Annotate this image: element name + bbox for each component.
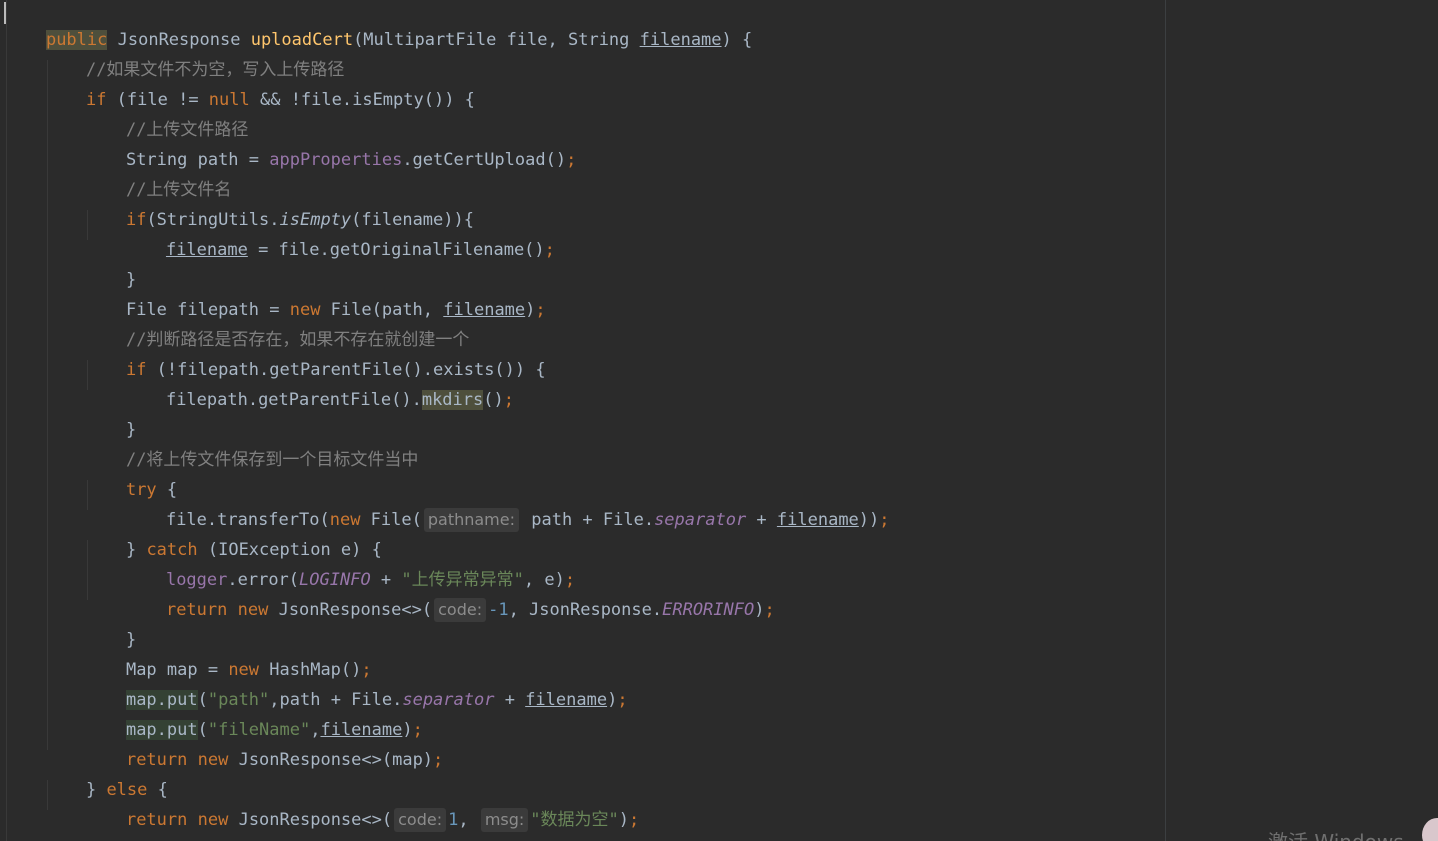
code-line[interactable]: File filepath = new File(path, filename)… bbox=[85, 270, 546, 320]
number-literal: 1 bbox=[448, 810, 459, 830]
code-line[interactable]: return new JsonResponse<>(code: 1, msg: "数… bbox=[85, 780, 639, 832]
highlighted-method: mkdirs bbox=[421, 390, 484, 410]
code-token: filepath.getParentFile(). bbox=[165, 390, 422, 410]
right-margin-guide bbox=[1165, 0, 1166, 841]
code-line[interactable]: if (!filepath.getParentFile().exists()) … bbox=[85, 330, 546, 380]
text-caret bbox=[4, 2, 6, 24]
code-line[interactable]: if (file != null && !file.isEmpty()) { bbox=[45, 60, 475, 110]
activation-watermark: 激活 Windows bbox=[1268, 826, 1404, 841]
code-line[interactable]: //上传文件路径 bbox=[85, 90, 248, 140]
parameter-hint: code: bbox=[394, 808, 447, 832]
code-line[interactable]: logger.error(LOGINFO + "上传异常异常", e); bbox=[125, 540, 575, 590]
code-token: .getCertUpload() bbox=[402, 150, 567, 170]
string-literal: "数据为空" bbox=[530, 810, 619, 830]
semicolon: ; bbox=[764, 600, 775, 620]
code-line[interactable]: //判断路径是否存在，如果不存在就创建一个 bbox=[85, 300, 469, 350]
number-literal: -1 bbox=[488, 600, 509, 620]
field: appProperties bbox=[269, 150, 403, 170]
code-line[interactable]: public JsonResponse uploadCert(Multipart… bbox=[5, 0, 752, 50]
variable: filename bbox=[165, 240, 248, 260]
static-field: separator bbox=[654, 510, 747, 530]
code-line[interactable]: } bbox=[45, 810, 96, 841]
semicolon: ; bbox=[503, 390, 514, 410]
semicolon: ; bbox=[879, 510, 890, 530]
code-line[interactable]: return new JsonResponse<>(code: -1, JsonR… bbox=[125, 570, 775, 622]
code-token: , JsonResponse. bbox=[508, 600, 663, 620]
code-token: ) bbox=[754, 600, 765, 620]
semicolon: ; bbox=[566, 150, 577, 170]
code-line[interactable]: file.transferTo(new File(pathname: path … bbox=[125, 480, 890, 532]
code-token: ) bbox=[607, 690, 618, 710]
code-token: JsonResponse<>( bbox=[268, 600, 433, 620]
code-token: () bbox=[483, 390, 504, 410]
code-line[interactable]: Map map = new HashMap(); bbox=[85, 630, 372, 680]
code-line[interactable]: return new JsonResponse<>(map); bbox=[85, 720, 443, 770]
keyword: return bbox=[125, 810, 188, 830]
code-line[interactable]: //如果文件不为空，写入上传路径 bbox=[45, 30, 344, 80]
code-token: ) bbox=[525, 300, 536, 320]
parameter-hint: code: bbox=[434, 598, 487, 622]
variable: filename bbox=[639, 30, 722, 50]
code-line[interactable]: } else { bbox=[45, 750, 168, 800]
code-line[interactable]: } bbox=[85, 390, 136, 440]
code-token: JsonResponse<>(map) bbox=[228, 750, 434, 770]
semicolon: ; bbox=[629, 810, 640, 830]
keyword: new bbox=[197, 750, 229, 770]
code-line[interactable]: } bbox=[85, 600, 136, 650]
code-token: + bbox=[494, 690, 526, 710]
code-token: ) bbox=[618, 810, 630, 830]
parameter-hint: msg: bbox=[480, 808, 529, 832]
semicolon: ; bbox=[617, 690, 628, 710]
code-token: = file.getOriginalFilename() bbox=[247, 240, 545, 260]
code-token: path + File. bbox=[521, 510, 655, 530]
semicolon: ; bbox=[544, 240, 555, 260]
static-field: ERRORINFO bbox=[662, 600, 755, 620]
code-token: , bbox=[458, 810, 479, 830]
floating-widget-icon[interactable] bbox=[1422, 818, 1438, 841]
variable: filename bbox=[776, 510, 859, 530]
keyword: return bbox=[165, 600, 228, 620]
keyword: new bbox=[197, 810, 229, 830]
semicolon: ; bbox=[433, 750, 444, 770]
code-token: JsonResponse<>( bbox=[228, 810, 393, 830]
variable: filename bbox=[525, 690, 608, 710]
code-token: )) bbox=[858, 510, 880, 530]
code-token: ) { bbox=[721, 30, 753, 50]
code-line[interactable]: if(StringUtils.isEmpty(filename)){ bbox=[85, 180, 474, 230]
code-token: && !file.isEmpty()) { bbox=[249, 90, 475, 110]
code-line[interactable]: String path = appProperties.getCertUploa… bbox=[85, 120, 576, 170]
keyword: new bbox=[237, 600, 269, 620]
code-line[interactable]: //上传文件名 bbox=[85, 150, 231, 200]
indent-guide bbox=[6, 0, 7, 841]
semicolon: ; bbox=[535, 300, 546, 320]
code-line[interactable]: map.put("fileName",filename); bbox=[85, 690, 423, 740]
code-line[interactable]: filepath.getParentFile().mkdirs(); bbox=[125, 360, 514, 410]
code-line[interactable]: try { bbox=[85, 450, 177, 500]
parameter-hint: pathname: bbox=[423, 508, 519, 532]
indent-guide bbox=[47, 60, 48, 750]
code-line[interactable]: map.put("path",path + File.separator + f… bbox=[85, 660, 628, 710]
code-line[interactable]: } catch (IOException e) { bbox=[85, 510, 382, 560]
code-token: + bbox=[746, 510, 777, 530]
code-line[interactable]: //将上传文件保存到一个目标文件当中 bbox=[85, 420, 418, 470]
code-token: (MultipartFile file, String bbox=[353, 30, 640, 50]
code-line[interactable]: } bbox=[85, 240, 136, 290]
code-editor[interactable]: public JsonResponse uploadCert(Multipart… bbox=[0, 0, 1438, 841]
code-line[interactable]: filename = file.getOriginalFilename(); bbox=[125, 210, 555, 260]
